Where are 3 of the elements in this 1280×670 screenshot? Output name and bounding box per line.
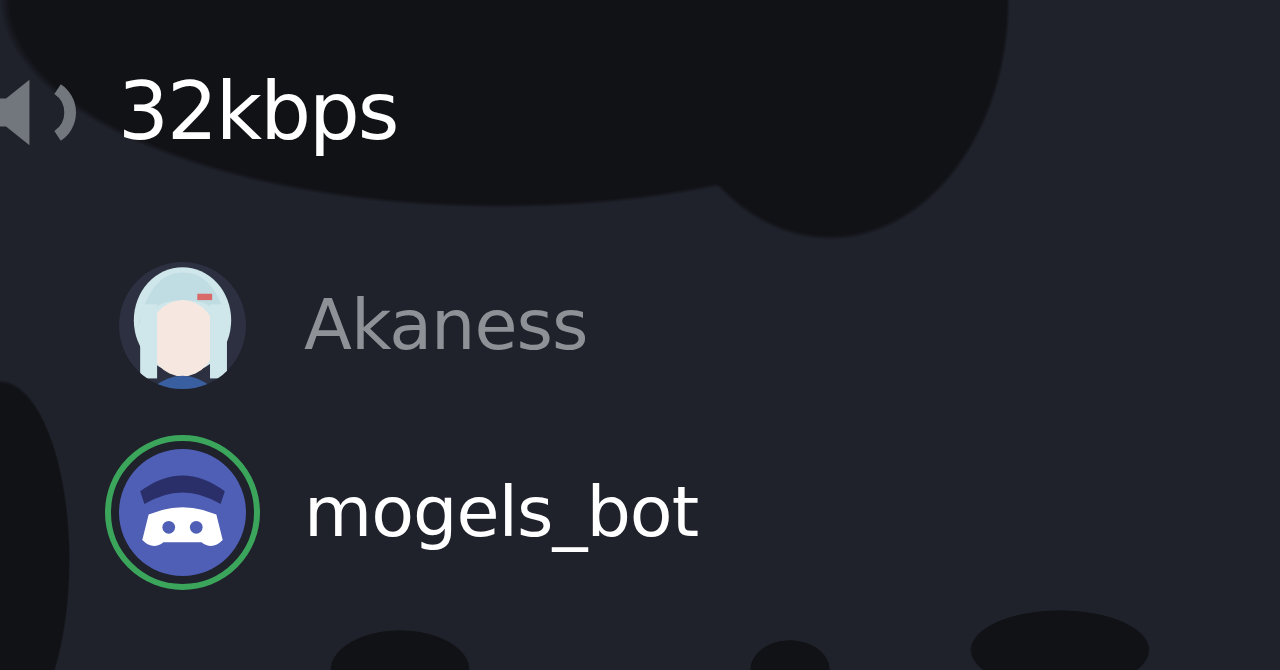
member-name[interactable]: mogels_bot (304, 474, 699, 551)
member-name[interactable]: Akaness (304, 287, 588, 364)
bot-avatar-icon (119, 449, 246, 576)
